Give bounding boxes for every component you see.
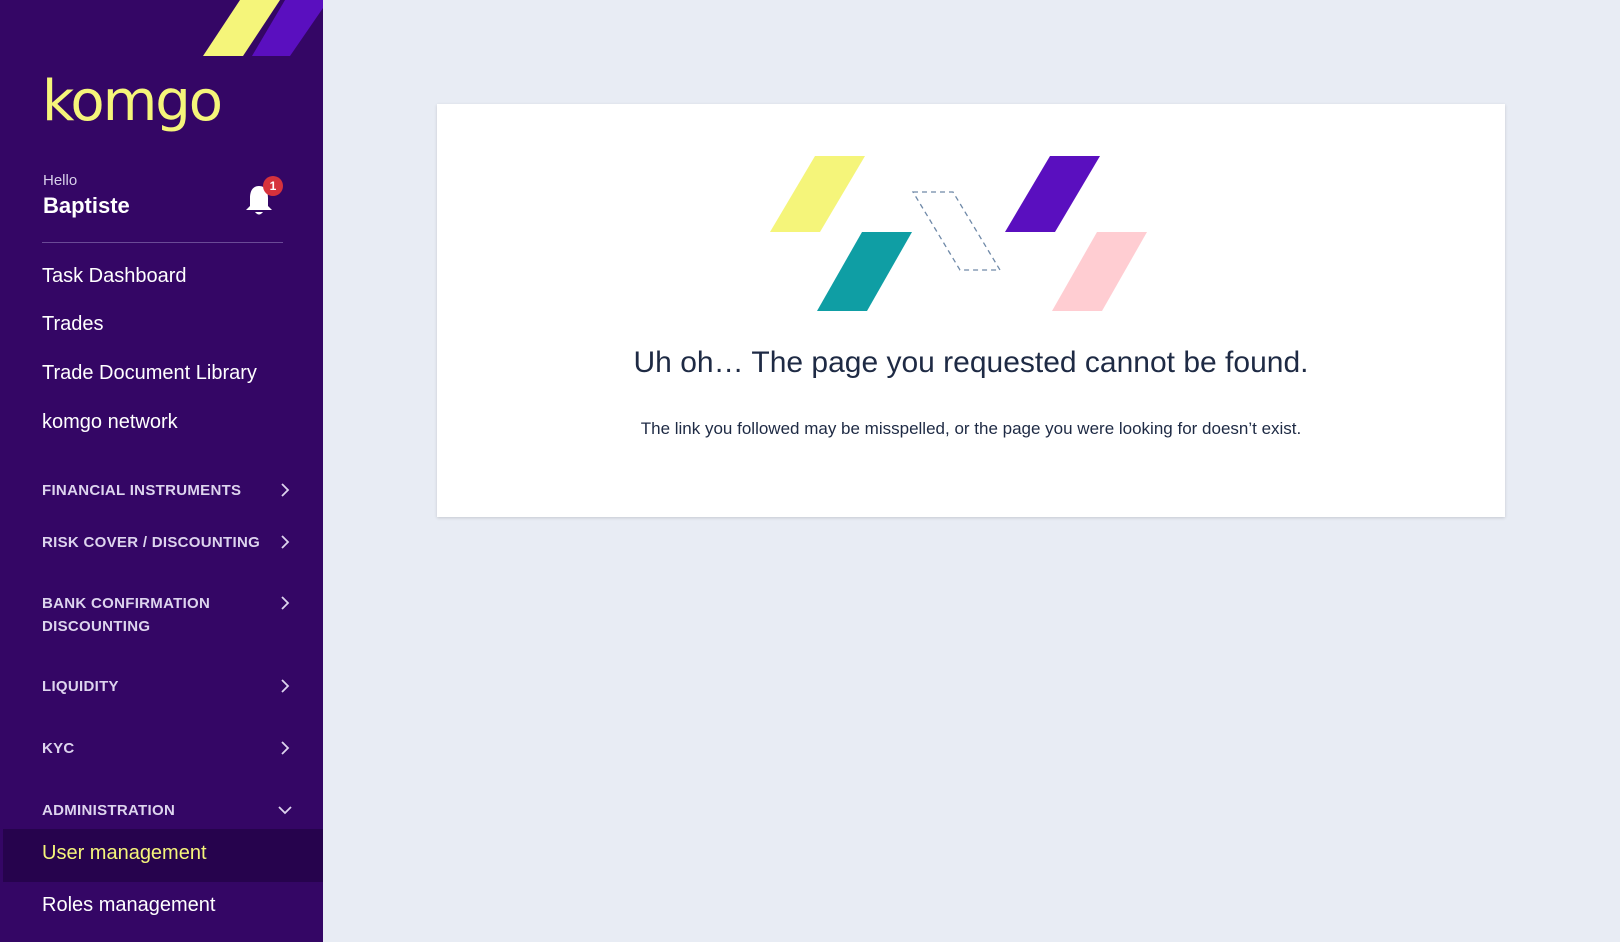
section-administration[interactable]: ADMINISTRATION (42, 799, 292, 822)
user-greeting: Hello Baptiste (43, 172, 130, 219)
section-kyc[interactable]: KYC (42, 737, 292, 760)
user-name: Baptiste (43, 193, 130, 218)
section-label: LIQUIDITY (42, 678, 119, 695)
notification-badge: 1 (263, 176, 283, 196)
brand-stripes (203, 0, 323, 56)
section-label: BANK CONFIRMATION DISCOUNTING (42, 595, 211, 635)
nav-user-management[interactable]: User management (3, 829, 323, 882)
section-label: RISK COVER / DISCOUNTING (42, 534, 261, 551)
error-title: Uh oh… The page you requested cannot be … (633, 346, 1309, 379)
chevron-right-icon (281, 679, 290, 693)
section-risk-cover-discounting[interactable]: RISK COVER / DISCOUNTING (42, 531, 292, 554)
nav-trades[interactable]: Trades (42, 313, 104, 336)
nav-roles-management[interactable]: Roles management (42, 894, 215, 917)
sidebar: komgo Hello Baptiste 1 Task Dashboard Tr… (0, 0, 323, 942)
app-window: komgo Hello Baptiste 1 Task Dashboard Tr… (0, 0, 1620, 942)
logo-text: komgo (42, 69, 223, 134)
nav-task-dashboard[interactable]: Task Dashboard (42, 265, 187, 288)
section-bank-confirmation-discounting[interactable]: BANK CONFIRMATION DISCOUNTING (42, 592, 290, 638)
section-label: ADMINISTRATION (42, 802, 176, 819)
chevron-down-icon (278, 806, 292, 815)
hello-label: Hello (43, 172, 78, 189)
sidebar-divider (42, 242, 283, 243)
error-description: The link you followed may be misspelled,… (640, 419, 1302, 438)
section-label: KYC (42, 740, 75, 757)
nav-user-management-label: User management (42, 842, 207, 864)
nav-trade-document-library[interactable]: Trade Document Library (42, 362, 257, 385)
chevron-right-icon (281, 741, 290, 755)
chevron-right-icon (281, 483, 290, 497)
section-financial-instruments[interactable]: FINANCIAL INSTRUMENTS (42, 479, 292, 502)
section-label: FINANCIAL INSTRUMENTS (42, 482, 242, 499)
section-liquidity[interactable]: LIQUIDITY (42, 675, 292, 698)
error-card: Uh oh… The page you requested cannot be … (437, 104, 1505, 517)
not-found-illustration (770, 156, 1147, 311)
chevron-right-icon (281, 596, 290, 610)
komgo-logo[interactable]: komgo (42, 62, 223, 142)
nav-komgo-network[interactable]: komgo network (42, 411, 178, 434)
chevron-right-icon (281, 535, 290, 549)
